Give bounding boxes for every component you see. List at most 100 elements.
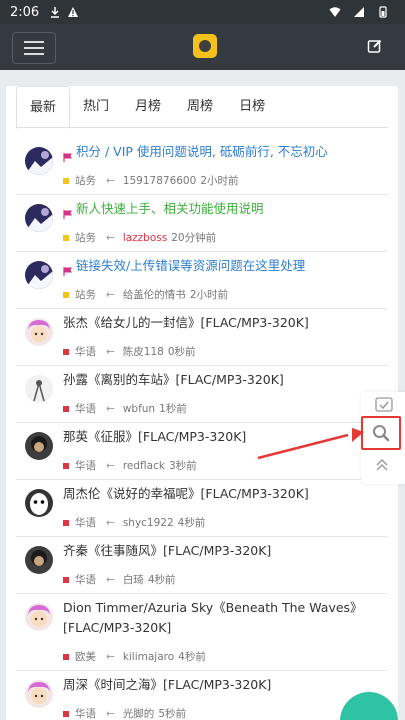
thread-item[interactable]: 积分 / VIP 使用问题说明, 砥砺前行, 不忘初心 站务 ← 1591787660… xyxy=(16,138,388,195)
thread-title[interactable]: 链接失效/上传错误等资源问题在这里处理 xyxy=(63,256,374,276)
thread-title-text: 那英《征服》[FLAC/MP3-320K] xyxy=(63,429,247,444)
tab-hot[interactable]: 热门 xyxy=(70,86,122,127)
username[interactable]: redflack xyxy=(123,460,165,472)
avatar[interactable] xyxy=(25,147,53,175)
thread-meta: 欧美 ← kilimajaro 4秒前 xyxy=(63,649,206,664)
avatar[interactable] xyxy=(25,546,53,574)
tab-monthly[interactable]: 月榜 xyxy=(122,86,174,127)
post-time: 5秒前 xyxy=(158,708,186,720)
thread-title[interactable]: Dion Timmer/Azuria Sky《Beneath The Waves… xyxy=(63,598,374,638)
hamburger-icon xyxy=(24,41,44,43)
thread-meta: 华语 ← wbfun 1秒前 xyxy=(63,401,187,416)
thread-item[interactable]: Dion Timmer/Azuria Sky《Beneath The Waves… xyxy=(16,594,388,671)
avatar[interactable] xyxy=(25,375,53,403)
avatar[interactable] xyxy=(25,261,53,289)
scroll-top-icon[interactable] xyxy=(375,458,389,472)
thread-title[interactable]: 周深《时间之海》[FLAC/MP3-320K] xyxy=(63,675,374,695)
category-label[interactable]: 华语 xyxy=(75,458,96,473)
side-toolbar xyxy=(361,392,405,484)
thread-meta: 华语 ← 光脚的 5秒前 xyxy=(63,706,186,720)
thread-title[interactable]: 积分 / VIP 使用问题说明, 砥砺前行, 不忘初心 xyxy=(63,142,374,162)
category-swatch xyxy=(63,234,69,241)
username[interactable]: wbfun xyxy=(123,403,155,415)
site-logo[interactable] xyxy=(193,34,217,58)
calendar-check-icon[interactable] xyxy=(375,396,393,412)
content-card: 最新 热门 月榜 周榜 日榜 积分 / VIP 使用问题说明, 砥砺前行, 不忘… xyxy=(6,86,398,720)
thread-item[interactable]: 孙露《离别的车站》[FLAC/MP3-320K] 华语 ← wbfun 1秒前 xyxy=(16,366,388,423)
category-label[interactable]: 站务 xyxy=(75,173,96,188)
flag-icon xyxy=(63,148,73,162)
battery-icon xyxy=(379,6,387,18)
category-label[interactable]: 欧美 xyxy=(75,649,96,664)
avatar[interactable] xyxy=(25,204,53,232)
hamburger-line xyxy=(24,47,44,49)
thread-item[interactable]: 齐秦《往事随风》[FLAC/MP3-320K] 华语 ← 白琦 4秒前 xyxy=(16,537,388,594)
username[interactable]: 给盖伦的情书 xyxy=(123,287,186,302)
thread-item[interactable]: 新人快速上手、相关功能使用说明 站务 ← lazzboss 20分钟前 xyxy=(16,195,388,252)
tab-latest[interactable]: 最新 xyxy=(16,86,71,129)
category-label[interactable]: 站务 xyxy=(75,230,96,245)
avatar[interactable] xyxy=(25,432,53,460)
avatar[interactable] xyxy=(25,489,53,517)
category-swatch xyxy=(63,348,69,355)
username[interactable]: 光脚的 xyxy=(123,706,155,720)
post-time: 2小时前 xyxy=(189,289,228,301)
category-label[interactable]: 站务 xyxy=(75,287,96,302)
avatar[interactable] xyxy=(25,318,53,346)
thread-title[interactable]: 齐秦《往事随风》[FLAC/MP3-320K] xyxy=(63,541,374,561)
avatar[interactable] xyxy=(25,680,53,708)
thread-title-text: 张杰《给女儿的一封信》[FLAC/MP3-320K] xyxy=(63,315,309,330)
thread-item[interactable]: 周杰伦《说好的幸福呢》[FLAC/MP3-320K] 华语 ← shyc1922 4秒前 xyxy=(16,480,388,537)
post-time: 3秒前 xyxy=(168,460,197,472)
category-swatch xyxy=(63,405,69,412)
username[interactable]: lazzboss xyxy=(123,232,167,244)
warning-icon xyxy=(68,7,79,17)
thread-title[interactable]: 孙露《离别的车站》[FLAC/MP3-320K] xyxy=(63,370,374,390)
search-button[interactable] xyxy=(361,416,401,450)
thread-title-text: 周深《时间之海》[FLAC/MP3-320K] xyxy=(63,677,272,692)
category-label[interactable]: 华语 xyxy=(75,344,96,359)
category-label[interactable]: 华语 xyxy=(75,572,96,587)
thread-item[interactable]: 链接失效/上传错误等资源问题在这里处理站务 ← 给盖伦的情书 2小时前 xyxy=(16,252,388,309)
thread-title-text: 新人快速上手、相关功能使用说明 xyxy=(76,201,264,216)
thread-item[interactable]: 那英《征服》[FLAC/MP3-320K] 华语 ← redflack 3秒前 xyxy=(16,423,388,480)
category-swatch xyxy=(63,291,69,298)
thread-meta: 站务 ← 给盖伦的情书 2小时前 xyxy=(63,287,228,302)
status-bar: 2:06 xyxy=(0,0,405,24)
thread-title[interactable]: 那英《征服》[FLAC/MP3-320K] xyxy=(63,427,374,447)
thread-title[interactable]: 新人快速上手、相关功能使用说明 xyxy=(63,199,374,219)
signal-icon xyxy=(354,7,364,17)
search-icon xyxy=(373,425,390,442)
thread-item[interactable]: 张杰《给女儿的一封信》[FLAC/MP3-320K] 华语 ← 陈皮118 0秒前 xyxy=(16,309,388,366)
reply-arrow-icon: ← xyxy=(106,516,115,529)
thread-item[interactable]: 周深《时间之海》[FLAC/MP3-320K] 华语 ← 光脚的 5秒前 xyxy=(16,671,388,720)
category-swatch xyxy=(63,462,69,469)
thread-title[interactable]: 周杰伦《说好的幸福呢》[FLAC/MP3-320K] xyxy=(63,484,374,504)
category-label[interactable]: 华语 xyxy=(75,706,96,720)
category-label[interactable]: 华语 xyxy=(75,515,96,530)
category-swatch xyxy=(63,177,69,184)
thread-title-text: 孙露《离别的车站》[FLAC/MP3-320K] xyxy=(63,372,284,387)
username[interactable]: 15917876600 xyxy=(123,175,197,187)
tab-bar: 最新 热门 月榜 周榜 日榜 xyxy=(16,86,388,129)
username[interactable]: 陈皮118 xyxy=(123,344,164,359)
username[interactable]: shyc1922 xyxy=(123,517,174,529)
thread-meta: 华语 ← 陈皮118 0秒前 xyxy=(63,344,196,359)
reply-arrow-icon: ← xyxy=(106,707,115,720)
edit-icon[interactable] xyxy=(367,38,383,54)
tab-weekly[interactable]: 周榜 xyxy=(174,86,226,127)
username[interactable]: 白琦 xyxy=(123,572,144,587)
category-swatch xyxy=(63,519,69,526)
username[interactable]: kilimajaro xyxy=(123,651,174,663)
category-swatch xyxy=(63,653,69,660)
reply-arrow-icon: ← xyxy=(106,288,115,301)
flag-icon xyxy=(63,262,73,276)
category-label[interactable]: 华语 xyxy=(75,401,96,416)
avatar[interactable] xyxy=(25,603,53,631)
menu-button[interactable] xyxy=(12,32,56,64)
tab-daily[interactable]: 日榜 xyxy=(226,86,278,127)
post-time: 2小时前 xyxy=(200,175,239,187)
reply-arrow-icon: ← xyxy=(106,231,115,244)
category-swatch xyxy=(63,576,69,583)
thread-title[interactable]: 张杰《给女儿的一封信》[FLAC/MP3-320K] xyxy=(63,313,374,333)
